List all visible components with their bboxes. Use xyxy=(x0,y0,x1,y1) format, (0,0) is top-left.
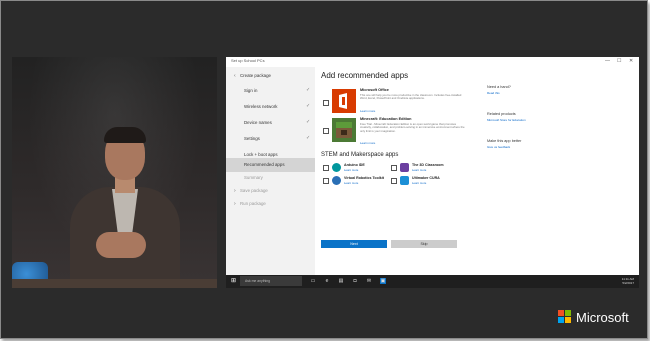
minecraft-checkbox[interactable] xyxy=(323,128,329,134)
arduino-learn-more-link[interactable]: Learn more xyxy=(344,168,358,172)
edge-icon[interactable]: e xyxy=(324,278,330,284)
checkmark-icon: ✓ xyxy=(306,135,311,141)
file-explorer-icon[interactable]: ▤ xyxy=(338,278,344,284)
office-description: This one will help you be more productiv… xyxy=(360,93,462,101)
3d-classroom-learn-more-link[interactable]: Learn more xyxy=(412,168,426,172)
minecraft-description: Free Trial - Minecraft: Education Editio… xyxy=(360,122,465,133)
maximize-button[interactable]: ☐ xyxy=(617,58,621,64)
related-heading: Related products xyxy=(487,112,516,116)
virtual-robotics-learn-more-link[interactable]: Learn more xyxy=(344,181,358,185)
microsoft-wordmark: Microsoft xyxy=(576,310,629,325)
office-icon xyxy=(332,89,356,113)
sidebar-item-settings[interactable]: Settings ✓ xyxy=(226,132,315,146)
app-screen: Set up School PCs — ☐ ✕ ‹ Create package… xyxy=(226,57,639,288)
ultimaker-checkbox[interactable] xyxy=(391,178,397,184)
chevron-right-icon: › xyxy=(234,188,236,194)
minecraft-name: Minecraft: Education Edition xyxy=(360,117,412,121)
sidebar-item-create-package[interactable]: ‹ Create package xyxy=(226,69,315,83)
sidebar: ‹ Create package Sign in ✓ Wireless netw… xyxy=(226,67,315,275)
taskbar-search-placeholder: Ask me anything xyxy=(245,279,271,283)
skip-button[interactable]: Skip xyxy=(391,240,457,248)
3d-classroom-name: The 3D Classroom xyxy=(412,163,444,167)
task-view-icon[interactable]: ▭ xyxy=(310,278,316,284)
presentation-frame: Set up School PCs — ☐ ✕ ‹ Create package… xyxy=(0,0,648,339)
sidebar-item-wireless-network[interactable]: Wireless network ✓ xyxy=(226,100,315,114)
feedback-heading: Make this app better xyxy=(487,139,522,143)
sidebar-item-sign-in[interactable]: Sign in ✓ xyxy=(226,84,315,98)
minecraft-learn-more-link[interactable]: Learn more xyxy=(360,141,375,145)
office-checkbox[interactable] xyxy=(323,100,329,106)
chevron-left-icon: ‹ xyxy=(234,73,236,79)
windows-start-icon[interactable]: ⊞ xyxy=(231,278,237,284)
feedback-link[interactable]: Give us feedback xyxy=(487,145,510,149)
sidebar-item-device-names[interactable]: Device names ✓ xyxy=(226,116,315,130)
checkmark-icon: ✓ xyxy=(306,103,311,109)
taskbar-clock: 11:11 AM 5/2/2017 xyxy=(621,277,634,285)
microsoft-logo-icon xyxy=(558,310,572,324)
arduino-checkbox[interactable] xyxy=(323,165,329,171)
window-title: Set up School PCs xyxy=(231,58,265,63)
virtual-robotics-icon xyxy=(332,176,341,185)
store-icon[interactable]: ◘ xyxy=(352,278,358,284)
sidebar-item-run-package[interactable]: › Run package xyxy=(226,197,315,211)
ultimaker-name: Ultimaker CURA xyxy=(412,176,440,180)
set-up-school-pcs-taskbar-icon[interactable]: ▣ xyxy=(380,278,386,284)
virtual-robotics-name: Virtual Robotics Toolkit xyxy=(344,176,384,180)
speaker-video-feed xyxy=(12,57,217,288)
sidebar-item-summary[interactable]: Summary xyxy=(226,171,315,185)
taskbar: ⊞ Ask me anything ▭ e ▤ ◘ ✉ ▣ 11:11 AM 5… xyxy=(226,275,639,288)
mail-icon[interactable]: ✉ xyxy=(366,278,372,284)
store-for-education-link[interactable]: Microsoft Store for Education xyxy=(487,118,526,122)
sidebar-item-recommended-apps[interactable]: Recommended apps xyxy=(226,158,315,172)
ultimaker-icon xyxy=(400,176,409,185)
minecraft-icon xyxy=(332,118,356,142)
virtual-robotics-checkbox[interactable] xyxy=(323,178,329,184)
page-title: Add recommended apps xyxy=(321,71,409,80)
sidebar-item-save-package[interactable]: › Save package xyxy=(226,184,315,198)
help-link[interactable]: Read this xyxy=(487,91,500,95)
checkmark-icon: ✓ xyxy=(306,119,311,125)
minimize-button[interactable]: — xyxy=(605,58,610,64)
ultimaker-learn-more-link[interactable]: Learn more xyxy=(412,181,426,185)
next-button[interactable]: Next xyxy=(321,240,387,248)
office-learn-more-link[interactable]: Learn more xyxy=(360,109,375,113)
checkmark-icon: ✓ xyxy=(306,87,311,93)
arduino-name: Arduino IDE xyxy=(344,163,365,167)
3d-classroom-icon xyxy=(400,163,409,172)
help-heading: Need a hand? xyxy=(487,85,511,89)
close-button[interactable]: ✕ xyxy=(629,58,633,64)
arduino-icon xyxy=(332,163,341,172)
chevron-right-icon: › xyxy=(234,201,236,207)
main-content: Add recommended apps Microsoft Office Th… xyxy=(315,67,639,275)
3d-classroom-checkbox[interactable] xyxy=(391,165,397,171)
office-name: Microsoft Office xyxy=(360,88,389,92)
stem-heading: STEM and Makerspace apps xyxy=(321,152,399,158)
